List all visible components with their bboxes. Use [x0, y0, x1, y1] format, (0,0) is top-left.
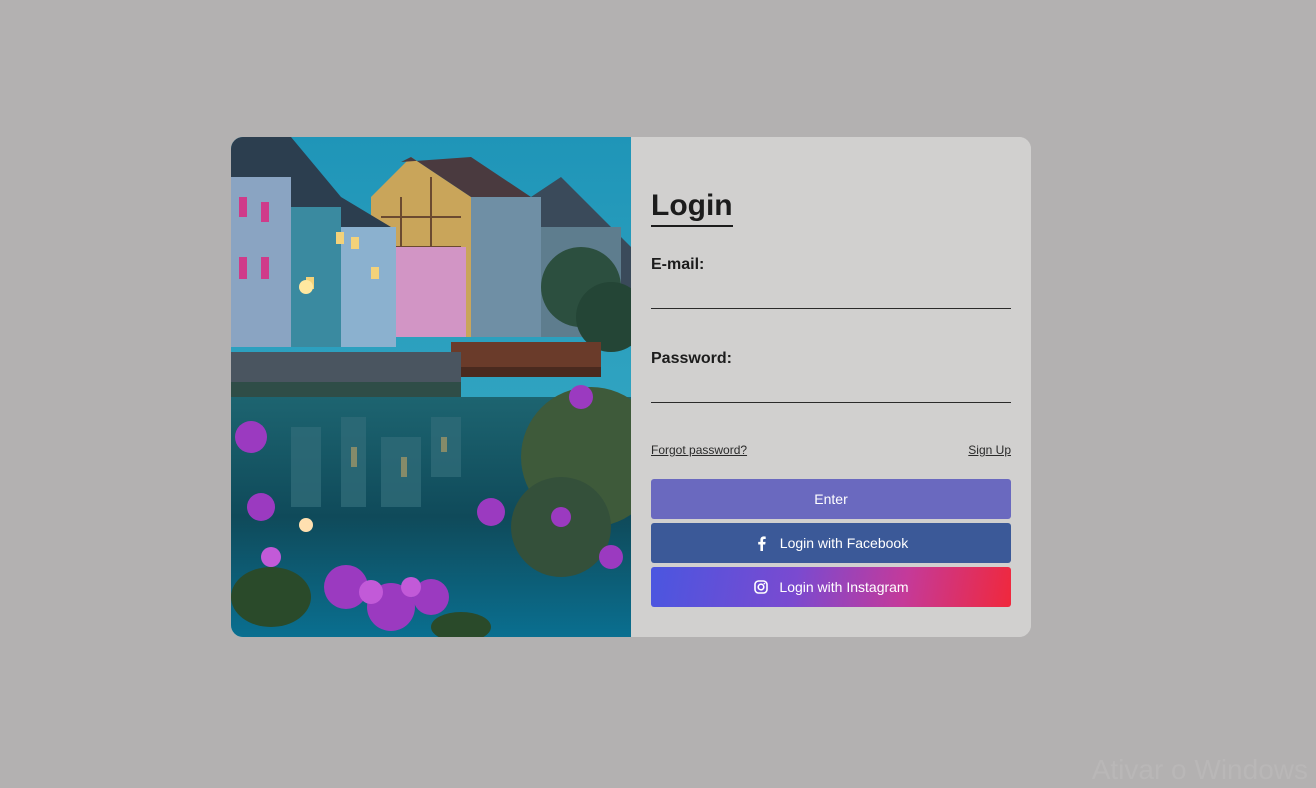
instagram-icon — [753, 579, 769, 595]
login-with-facebook-button[interactable]: Login with Facebook — [651, 523, 1011, 563]
password-field-group: Password: — [651, 349, 1011, 403]
facebook-icon — [754, 535, 770, 551]
canal-houses-photo — [231, 137, 631, 637]
email-label: E-mail: — [651, 256, 705, 273]
facebook-button-label: Login with Facebook — [779, 535, 909, 551]
windows-activation-watermark: Ativar o Windows — [1091, 754, 1308, 785]
password-input[interactable] — [651, 373, 1011, 403]
forgot-password-link[interactable]: Forgot password? — [651, 443, 747, 457]
auth-links-row: Forgot password? Sign Up — [651, 443, 1011, 457]
login-card: Login E-mail: Password: Forgot password?… — [231, 137, 1031, 637]
login-form-panel: Login E-mail: Password: Forgot password?… — [631, 137, 1031, 637]
email-input[interactable] — [651, 279, 1011, 309]
enter-button[interactable]: Enter — [651, 479, 1011, 519]
instagram-button-label: Login with Instagram — [779, 579, 909, 595]
page-title: Login — [651, 187, 733, 227]
sign-up-link[interactable]: Sign Up — [968, 443, 1011, 457]
enter-button-label: Enter — [814, 491, 848, 507]
email-field-group: E-mail: — [651, 255, 1011, 309]
password-label: Password: — [651, 350, 732, 367]
login-with-instagram-button[interactable]: Login with Instagram — [651, 567, 1011, 607]
